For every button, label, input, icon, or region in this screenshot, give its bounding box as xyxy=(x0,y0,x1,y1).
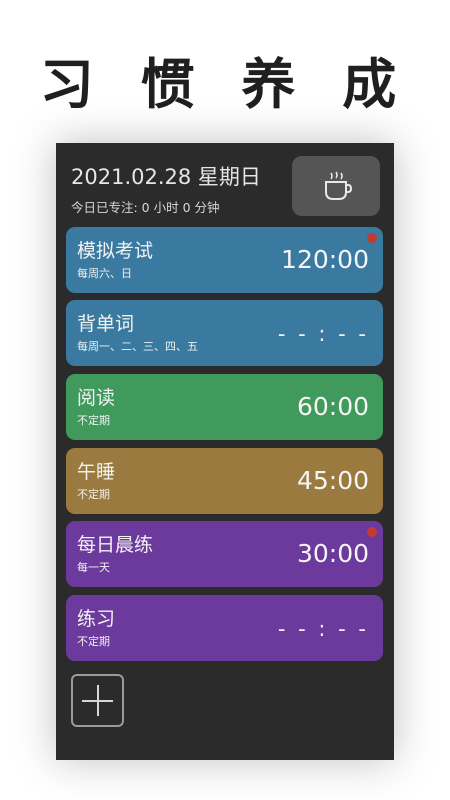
habit-duration: 45:00 xyxy=(296,466,369,495)
date-label: 2021.02.28 星期日 xyxy=(71,165,261,189)
habit-schedule: 不定期 xyxy=(77,414,110,427)
habit-duration: - - : - - xyxy=(277,617,369,641)
habit-duration: 60:00 xyxy=(296,392,369,421)
habit-name: 阅读 xyxy=(77,387,116,409)
habit-name: 午睡 xyxy=(77,461,116,483)
habit-duration: 120:00 xyxy=(281,245,369,274)
habit-name: 每日晨练 xyxy=(77,534,154,556)
rest-button[interactable] xyxy=(292,156,380,216)
habit-name: 背单词 xyxy=(77,313,135,335)
reminder-dot-icon xyxy=(367,527,377,537)
habit-duration: 30:00 xyxy=(296,539,369,568)
add-habit-button[interactable] xyxy=(71,674,124,727)
habit-card-3[interactable]: 午睡 不定期 45:00 xyxy=(66,448,383,514)
app-screen: 2021.02.28 星期日 今日已专注: 0 小时 0 分钟 模拟考试 每周六… xyxy=(56,143,394,760)
habit-schedule: 每周六、日 xyxy=(77,267,132,280)
habit-duration: - - : - - xyxy=(277,322,369,346)
habit-card-2[interactable]: 阅读 不定期 60:00 xyxy=(66,374,383,440)
habit-schedule: 不定期 xyxy=(77,488,110,501)
coffee-cup-icon xyxy=(325,171,353,200)
habit-card-0[interactable]: 模拟考试 每周六、日 120:00 xyxy=(66,227,383,293)
habit-card-5[interactable]: 练习 不定期 - - : - - xyxy=(66,595,383,661)
focus-summary: 今日已专注: 0 小时 0 分钟 xyxy=(71,200,220,215)
promo-headline: 习 惯 养 成 xyxy=(39,53,411,116)
habit-card-1[interactable]: 背单词 每周一、二、三、四、五 - - : - - xyxy=(66,300,383,366)
habit-name: 模拟考试 xyxy=(77,240,154,262)
habit-name: 练习 xyxy=(77,608,116,630)
habit-card-4[interactable]: 每日晨练 每一天 30:00 xyxy=(66,521,383,587)
habit-schedule: 每周一、二、三、四、五 xyxy=(77,340,198,353)
habit-schedule: 不定期 xyxy=(77,635,110,648)
habit-schedule: 每一天 xyxy=(77,561,110,574)
reminder-dot-icon xyxy=(367,233,377,243)
promo-page: 习 惯 养 成 2021.02.28 星期日 今日已专注: 0 小时 0 分钟 … xyxy=(0,0,450,800)
